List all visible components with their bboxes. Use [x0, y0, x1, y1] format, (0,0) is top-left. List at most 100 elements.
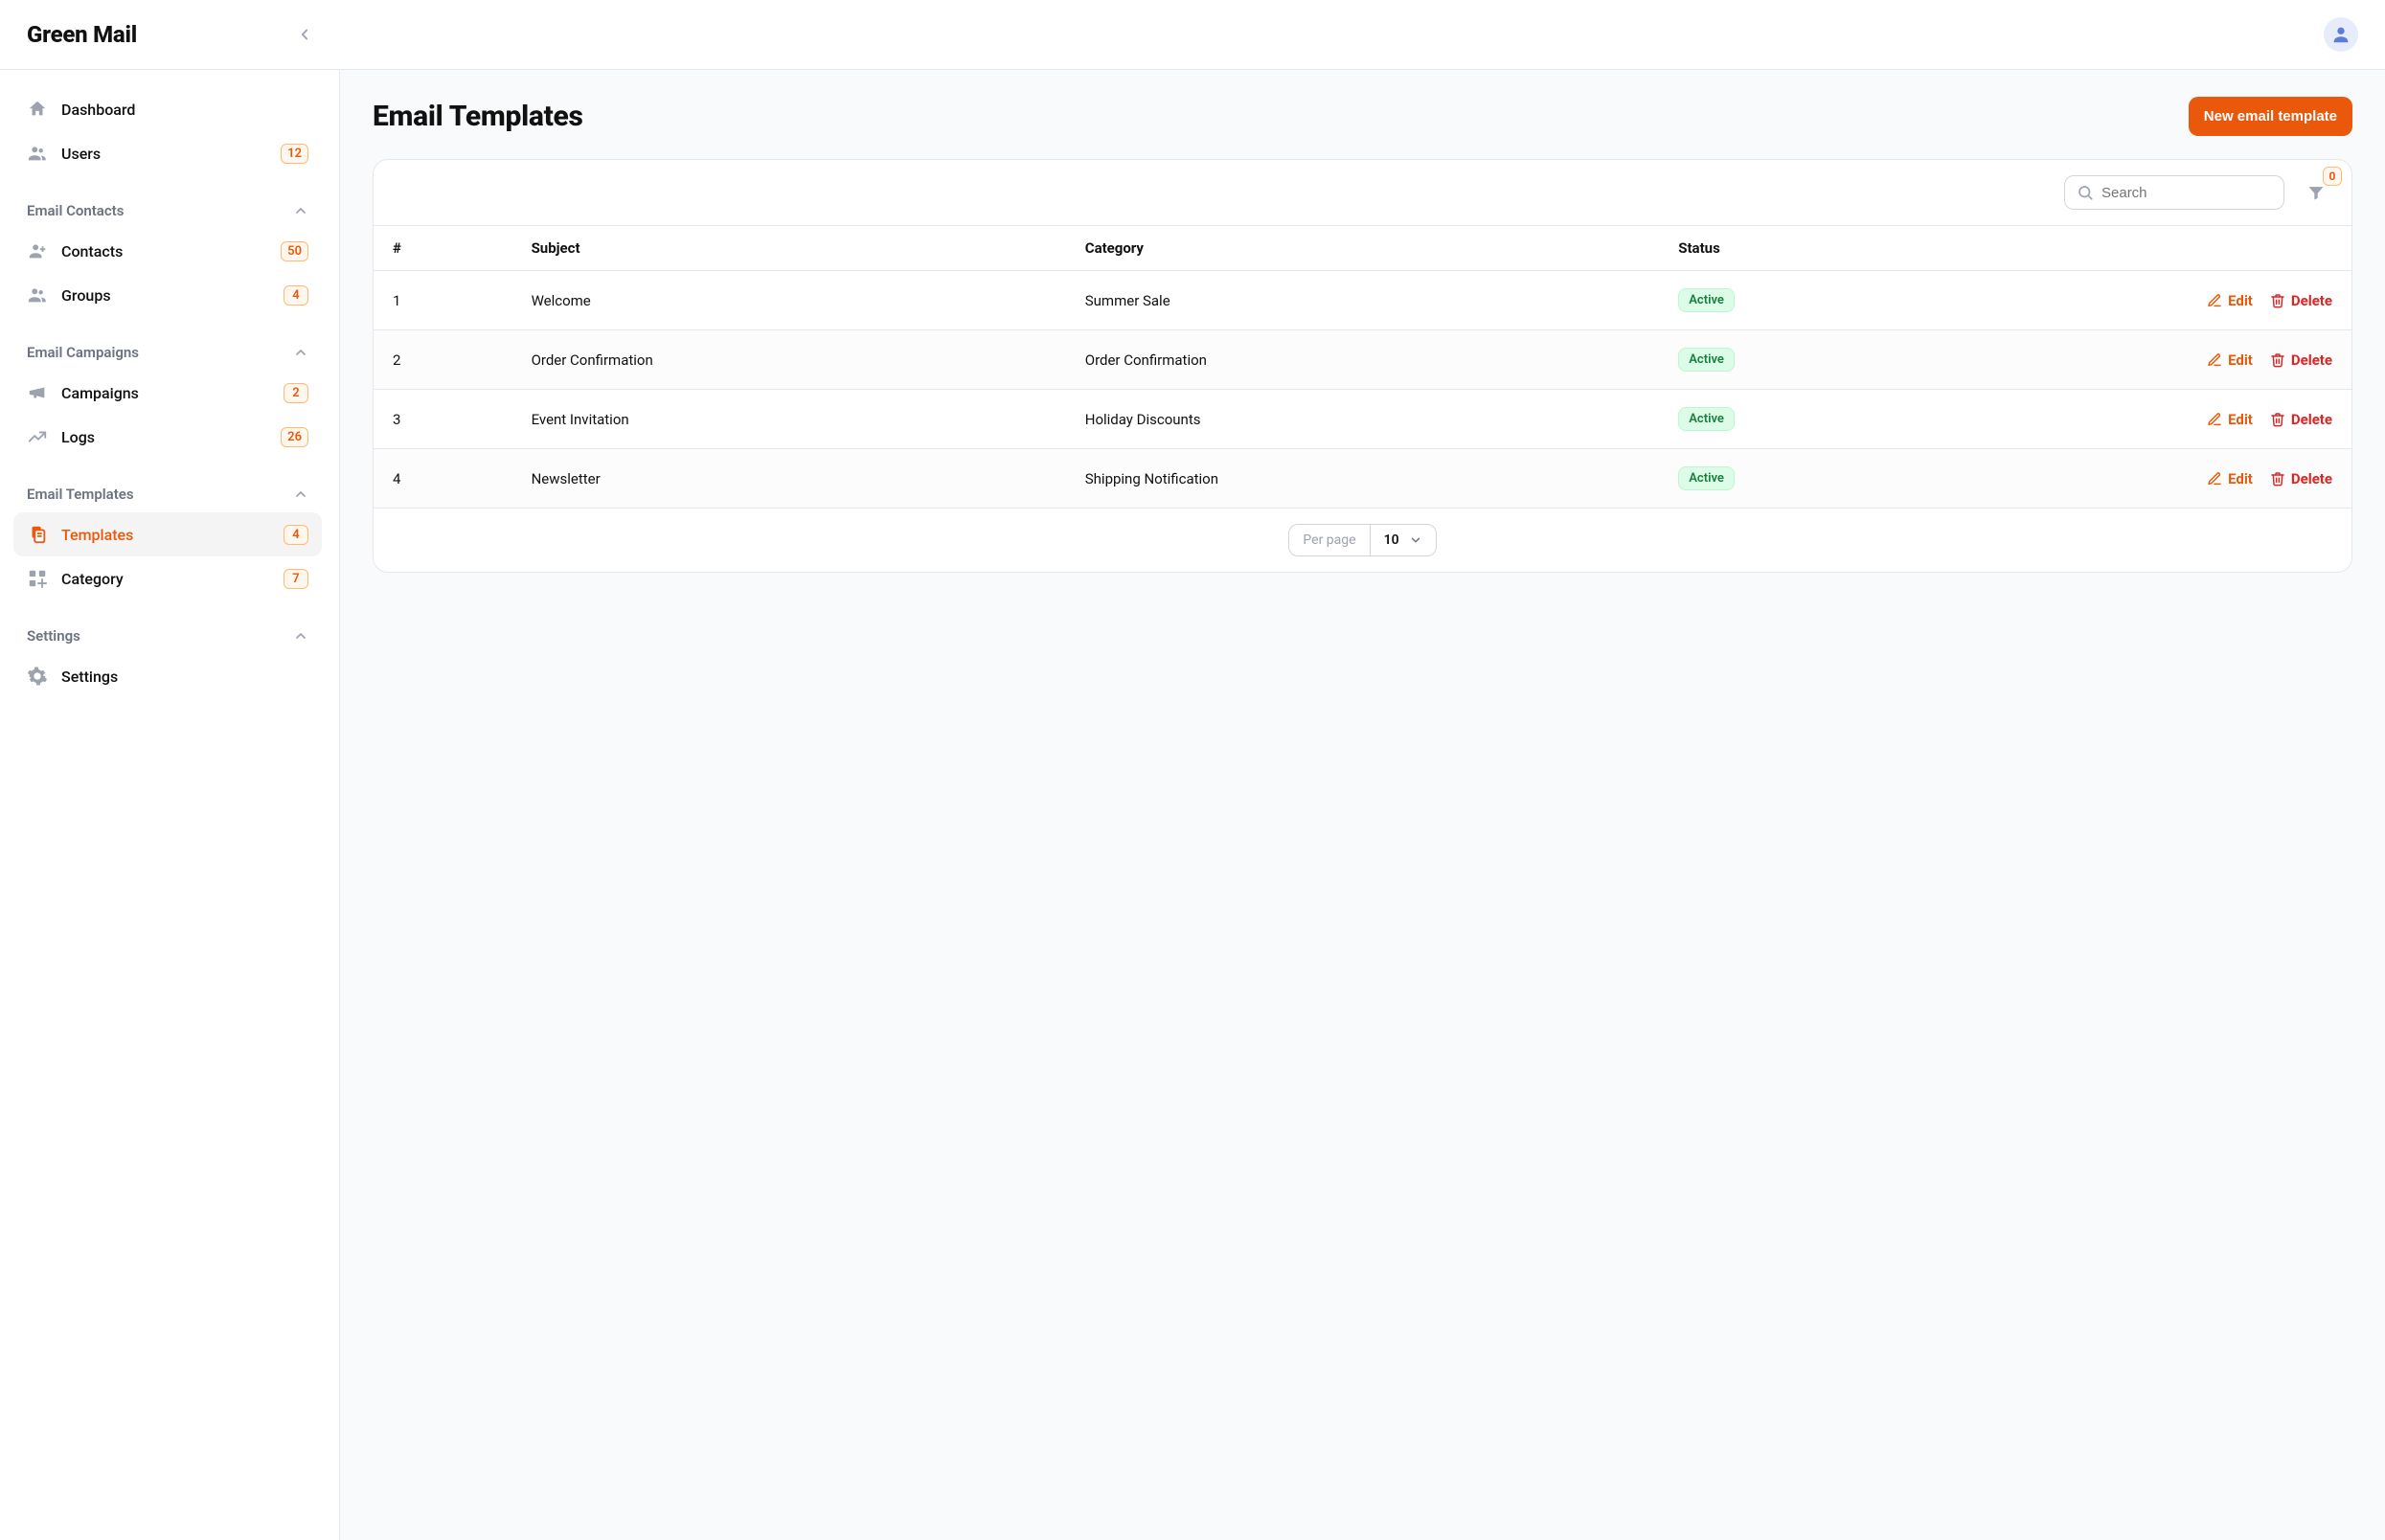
trash-icon	[2270, 352, 2285, 368]
templates-card: 0 # Subject Category Status 1WelcomeSumm…	[373, 159, 2352, 573]
count-badge: 26	[281, 427, 308, 447]
sidebar-item-label: Logs	[61, 428, 95, 446]
sidebar-heading-label: Email Contacts	[27, 202, 124, 219]
chevron-up-icon	[293, 203, 308, 218]
search-icon	[2077, 184, 2094, 201]
sidebar-heading-label: Email Templates	[27, 486, 134, 503]
per-page-value: 10	[1384, 532, 1399, 548]
table-row: 4NewsletterShipping NotificationActiveEd…	[374, 449, 2351, 509]
sidebar-item-groups[interactable]: Groups 4	[13, 273, 322, 317]
cell-category: Holiday Discounts	[1066, 390, 1660, 449]
cell-category: Summer Sale	[1066, 271, 1660, 330]
column-header-category: Category	[1066, 226, 1660, 271]
cell-number: 3	[374, 390, 512, 449]
sidebar-item-logs[interactable]: Logs 26	[13, 415, 322, 459]
edit-icon	[2207, 412, 2222, 427]
count-badge: 12	[281, 144, 308, 164]
trash-icon	[2270, 471, 2285, 487]
grid-add-icon	[27, 568, 48, 589]
status-badge: Active	[1678, 407, 1735, 431]
users-icon	[27, 284, 48, 306]
chevron-up-icon	[293, 487, 308, 502]
delete-button[interactable]: Delete	[2270, 292, 2332, 309]
sidebar: Dashboard Users 12 Email Contacts	[0, 70, 340, 1540]
sidebar-item-settings[interactable]: Settings	[13, 654, 322, 698]
edit-label: Edit	[2228, 292, 2253, 309]
column-header-actions	[1956, 226, 2351, 271]
user-icon	[2330, 24, 2351, 45]
table-row: 2Order ConfirmationOrder ConfirmationAct…	[374, 330, 2351, 390]
table-row: 1WelcomeSummer SaleActiveEditDelete	[374, 271, 2351, 330]
cell-status: Active	[1659, 330, 1956, 390]
cell-subject: Newsletter	[512, 449, 1066, 509]
cell-number: 4	[374, 449, 512, 509]
sidebar-item-label: Category	[61, 570, 124, 588]
sidebar-collapse-button[interactable]	[290, 20, 319, 49]
sidebar-heading-settings[interactable]: Settings	[13, 618, 322, 654]
edit-icon	[2207, 352, 2222, 368]
column-header-number: #	[374, 226, 512, 271]
sidebar-heading-templates[interactable]: Email Templates	[13, 476, 322, 512]
delete-button[interactable]: Delete	[2270, 411, 2332, 428]
count-badge: 7	[284, 569, 308, 589]
edit-button[interactable]: Edit	[2207, 292, 2253, 309]
sidebar-item-campaigns[interactable]: Campaigns 2	[13, 371, 322, 415]
cell-status: Active	[1659, 390, 1956, 449]
delete-label: Delete	[2291, 292, 2332, 309]
sidebar-item-label: Groups	[61, 286, 111, 305]
chevron-down-icon	[1409, 533, 1422, 547]
cell-category: Order Confirmation	[1066, 330, 1660, 390]
sidebar-item-label: Templates	[61, 526, 133, 544]
avatar[interactable]	[2324, 17, 2358, 52]
sidebar-heading-label: Email Campaigns	[27, 344, 139, 361]
chevron-up-icon	[293, 628, 308, 644]
status-badge: Active	[1678, 348, 1735, 372]
edit-label: Edit	[2228, 411, 2253, 428]
sidebar-item-dashboard[interactable]: Dashboard	[13, 87, 322, 131]
new-email-template-button[interactable]: New email template	[2189, 97, 2352, 136]
edit-button[interactable]: Edit	[2207, 470, 2253, 487]
filter-icon	[2306, 183, 2326, 202]
search-input[interactable]	[2101, 185, 2272, 201]
pagination: Per page 10	[374, 509, 2351, 572]
sidebar-item-label: Contacts	[61, 242, 123, 260]
sidebar-item-contacts[interactable]: Contacts 50	[13, 229, 322, 273]
sidebar-item-category[interactable]: Category 7	[13, 556, 322, 600]
main-content: Email Templates New email template	[340, 70, 2385, 1540]
home-icon	[27, 99, 48, 120]
sidebar-item-label: Settings	[61, 668, 118, 686]
chevron-up-icon	[293, 345, 308, 360]
per-page-label: Per page	[1289, 525, 1370, 555]
delete-button[interactable]: Delete	[2270, 351, 2332, 369]
edit-icon	[2207, 293, 2222, 308]
delete-label: Delete	[2291, 411, 2332, 428]
count-badge: 4	[284, 285, 308, 306]
cell-subject: Event Invitation	[512, 390, 1066, 449]
search-input-wrapper[interactable]	[2064, 175, 2284, 210]
trash-icon	[2270, 412, 2285, 427]
cell-status: Active	[1659, 271, 1956, 330]
gear-icon	[27, 666, 48, 687]
brand: Green Mail	[27, 21, 137, 48]
edit-label: Edit	[2228, 470, 2253, 487]
per-page-select[interactable]: 10	[1371, 525, 1436, 555]
user-plus-icon	[27, 240, 48, 261]
sidebar-heading-campaigns[interactable]: Email Campaigns	[13, 334, 322, 371]
edit-button[interactable]: Edit	[2207, 351, 2253, 369]
status-badge: Active	[1678, 288, 1735, 312]
table-row: 3Event InvitationHoliday Discounts Active…	[374, 390, 2351, 449]
edit-button[interactable]: Edit	[2207, 411, 2253, 428]
document-copy-icon	[27, 524, 48, 545]
cell-number: 2	[374, 330, 512, 390]
page-title: Email Templates	[373, 100, 583, 133]
sidebar-item-users[interactable]: Users 12	[13, 131, 322, 175]
megaphone-icon	[27, 382, 48, 403]
templates-table: # Subject Category Status 1WelcomeSummer…	[374, 225, 2351, 509]
count-badge: 50	[281, 241, 308, 261]
sidebar-item-label: Users	[61, 145, 101, 163]
sidebar-heading-contacts[interactable]: Email Contacts	[13, 192, 322, 229]
sidebar-item-templates[interactable]: Templates 4	[13, 512, 322, 556]
chevron-left-icon	[296, 26, 313, 43]
column-header-subject: Subject	[512, 226, 1066, 271]
delete-button[interactable]: Delete	[2270, 470, 2332, 487]
